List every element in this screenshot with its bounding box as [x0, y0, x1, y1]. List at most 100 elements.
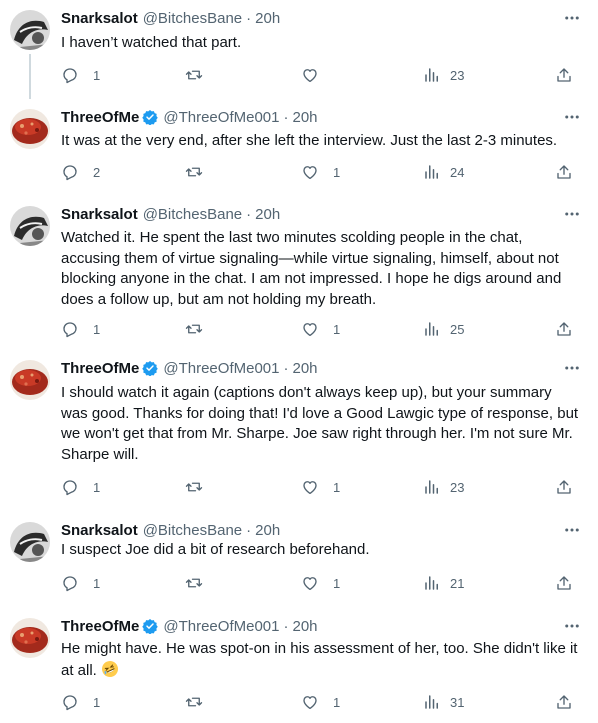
display-name[interactable]: ThreeOfMe — [61, 109, 139, 126]
retweet-button[interactable] — [185, 573, 217, 593]
like-button[interactable]: 1 — [301, 573, 340, 593]
tweet-text: I suspect Joe did a bit of research befo… — [61, 541, 370, 558]
views-icon — [425, 480, 438, 494]
avatar[interactable] — [10, 206, 50, 246]
share-button[interactable] — [555, 65, 573, 85]
separator-dot: · — [246, 205, 252, 223]
share-button[interactable] — [555, 573, 573, 593]
more-icon[interactable] — [562, 358, 582, 378]
username[interactable]: @ThreeOfMe001 — [163, 360, 279, 377]
views-button[interactable]: 31 — [423, 692, 464, 712]
display-name[interactable]: ThreeOfMe — [61, 360, 139, 377]
username[interactable]: @BitchesBane — [143, 10, 242, 27]
more-icon[interactable] — [562, 107, 582, 127]
action-bar: 1 23 — [61, 65, 582, 85]
tweet[interactable]: Snarksalot @BitchesBane · 20h Watched it… — [0, 196, 598, 350]
avatar[interactable] — [10, 10, 50, 50]
tweet-text: I should watch it again (captions don't … — [61, 384, 579, 463]
views-button[interactable]: 25 — [423, 319, 464, 339]
display-name[interactable]: ThreeOfMe — [61, 618, 139, 635]
views-button[interactable]: 21 — [423, 573, 464, 593]
tweet[interactable]: Snarksalot @BitchesBane · 20h I haven’t … — [0, 0, 598, 99]
timestamp[interactable]: 20h — [255, 522, 280, 539]
reply-button[interactable]: 1 — [61, 319, 100, 339]
reply-button[interactable]: 1 — [61, 692, 100, 712]
reply-count: 1 — [93, 321, 101, 337]
tweet-text: I haven’t watched that part. — [61, 34, 242, 51]
avatar[interactable] — [10, 360, 50, 400]
share-button[interactable] — [555, 319, 573, 339]
more-icon[interactable] — [562, 8, 582, 28]
timestamp[interactable]: 20h — [292, 618, 317, 635]
view-count: 21 — [450, 575, 465, 591]
reply-button[interactable]: 1 — [61, 573, 100, 593]
retweet-button[interactable] — [185, 162, 217, 182]
retweet-button[interactable] — [185, 692, 217, 712]
retweet-icon — [185, 324, 203, 334]
like-button[interactable]: 1 — [301, 319, 340, 339]
share-button[interactable] — [555, 162, 573, 182]
more-icon[interactable] — [562, 616, 582, 636]
reply-count: 1 — [93, 67, 101, 83]
view-count: 24 — [450, 164, 465, 180]
tweet-header: Snarksalot @BitchesBane · 20h — [61, 204, 558, 224]
timestamp[interactable]: 20h — [255, 206, 280, 223]
username[interactable]: @ThreeOfMe001 — [163, 109, 279, 126]
retweet-button[interactable] — [185, 319, 217, 339]
more-icon[interactable] — [562, 520, 582, 540]
like-icon — [303, 323, 317, 337]
tweet[interactable]: ThreeOfMe @ThreeOfMe001 · 20h He might h… — [0, 608, 598, 723]
action-bar: 1 1 21 — [61, 573, 582, 593]
retweet-icon — [185, 167, 203, 177]
tweet-header: Snarksalot @BitchesBane · 20h — [61, 8, 558, 28]
tweet-text-container: He might have. He was spot-on in his ass… — [61, 639, 582, 681]
username[interactable]: @ThreeOfMe001 — [163, 618, 279, 635]
avatar[interactable] — [10, 618, 50, 658]
views-button[interactable]: 23 — [423, 65, 464, 85]
like-button[interactable] — [301, 65, 333, 85]
timestamp[interactable]: 20h — [255, 10, 280, 27]
views-button[interactable]: 24 — [423, 162, 464, 182]
action-bar: 1 1 23 — [61, 477, 582, 497]
separator-dot: · — [283, 108, 289, 126]
display-name[interactable]: Snarksalot — [61, 206, 138, 223]
more-icon[interactable] — [562, 204, 582, 224]
retweet-button[interactable] — [185, 65, 217, 85]
like-icon — [303, 481, 317, 495]
views-button[interactable]: 23 — [423, 477, 464, 497]
avatar[interactable] — [10, 109, 50, 149]
like-count: 1 — [333, 321, 341, 337]
username[interactable]: @BitchesBane — [143, 206, 242, 223]
tweet[interactable]: ThreeOfMe @ThreeOfMe001 · 20h It was at … — [0, 99, 598, 196]
display-name[interactable]: Snarksalot — [61, 522, 138, 539]
share-icon — [557, 480, 571, 494]
views-icon — [425, 695, 438, 709]
timestamp[interactable]: 20h — [292, 360, 317, 377]
action-bar: 1 1 25 — [61, 319, 582, 339]
display-name[interactable]: Snarksalot — [61, 10, 138, 27]
share-icon — [557, 695, 571, 709]
like-count: 1 — [333, 164, 341, 180]
tweet[interactable]: ThreeOfMe @ThreeOfMe001 · 20h I should w… — [0, 350, 598, 512]
share-button[interactable] — [555, 692, 573, 712]
tweet[interactable]: Snarksalot @BitchesBane · 20h I suspect … — [0, 512, 598, 608]
reply-button[interactable]: 2 — [61, 162, 100, 182]
tweet-header: ThreeOfMe @ThreeOfMe001 · 20h — [61, 107, 558, 127]
reply-button[interactable]: 1 — [61, 65, 100, 85]
reply-icon — [63, 480, 77, 496]
reply-button[interactable]: 1 — [61, 477, 100, 497]
timestamp[interactable]: 20h — [292, 109, 317, 126]
view-count: 31 — [450, 694, 465, 710]
avatar[interactable] — [10, 522, 50, 562]
share-button[interactable] — [555, 477, 573, 497]
tweet-text: Watched it. He spent the last two minute… — [61, 229, 562, 308]
username[interactable]: @BitchesBane — [143, 522, 242, 539]
like-icon — [303, 577, 317, 591]
share-icon — [557, 68, 571, 82]
like-button[interactable]: 1 — [301, 477, 340, 497]
retweet-button[interactable] — [185, 477, 217, 497]
reply-count: 1 — [93, 575, 101, 591]
reply-icon — [63, 68, 77, 84]
like-button[interactable]: 1 — [301, 162, 340, 182]
like-button[interactable]: 1 — [301, 692, 340, 712]
